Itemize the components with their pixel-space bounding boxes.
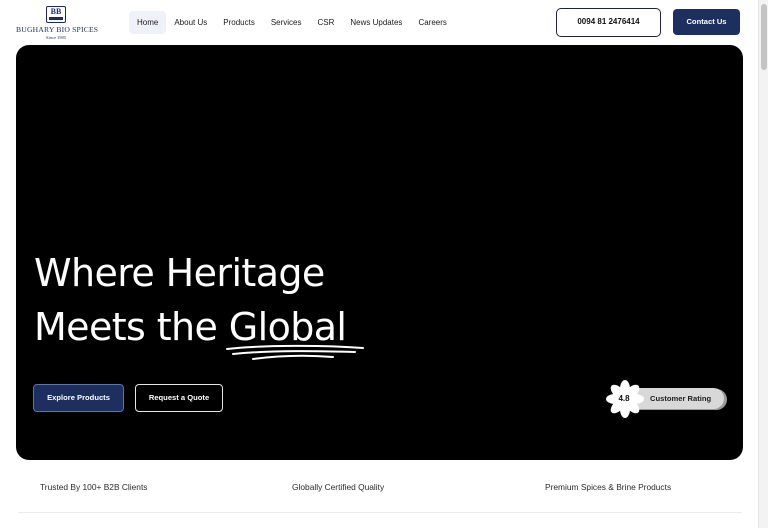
hero-section: Where Heritage Meets the Global Explore …: [16, 45, 743, 460]
feature-b2b-clients: Trusted By 100+ B2B Clients: [40, 482, 148, 492]
nav-item-news-updates[interactable]: News Updates: [342, 11, 410, 34]
explore-products-button[interactable]: Explore Products: [33, 384, 124, 412]
nav-item-products[interactable]: Products: [215, 11, 263, 34]
hero-title: Where Heritage Meets the Global: [34, 246, 454, 360]
rating-label: Customer Rating: [650, 394, 712, 403]
hero-title-line-2: Meets the Global: [34, 300, 454, 360]
star-burst-icon: 4.8: [606, 380, 644, 418]
brand-logo[interactable]: BB BUGHARY BIO SPICES Since 1985: [16, 6, 99, 40]
site-header: BB BUGHARY BIO SPICES Since 1985 Home Ab…: [0, 0, 758, 44]
contact-us-button[interactable]: Contact Us: [673, 9, 740, 35]
page-scrollbar[interactable]: [758, 0, 768, 528]
hero-title-line-1: Where Heritage: [34, 251, 325, 295]
logo-mark-text: BB: [50, 7, 62, 16]
hero-title-prefix: Meets the: [34, 305, 229, 349]
brand-since: Since 1985: [45, 35, 67, 40]
section-divider: [18, 512, 742, 513]
hero-title-highlight: Global: [225, 300, 364, 360]
scribble-underline-icon: [225, 344, 364, 360]
scrollbar-thumb[interactable]: [761, 4, 767, 70]
phone-button[interactable]: 0094 81 2476414: [556, 8, 661, 37]
nav-item-careers[interactable]: Careers: [410, 11, 454, 34]
nav-item-csr[interactable]: CSR: [310, 11, 343, 34]
features-strip: Trusted By 100+ B2B Clients Globally Cer…: [0, 475, 758, 499]
nav-item-home[interactable]: Home: [129, 11, 167, 34]
page: BB BUGHARY BIO SPICES Since 1985 Home Ab…: [0, 0, 758, 528]
logo-mark-icon: BB: [46, 6, 66, 23]
main-nav: Home About Us Products Services CSR News…: [129, 11, 455, 34]
nav-item-services[interactable]: Services: [263, 11, 310, 34]
request-quote-button[interactable]: Request a Quote: [135, 384, 223, 412]
brand-name: BUGHARY BIO SPICES: [16, 25, 99, 34]
feature-certified-quality: Globally Certified Quality: [292, 482, 385, 492]
nav-item-about-us[interactable]: About Us: [166, 11, 215, 34]
customer-rating-widget: Customer Rating 4.8: [606, 380, 728, 418]
feature-premium-products: Premium Spices & Brine Products: [545, 482, 672, 492]
rating-value: 4.8: [618, 394, 630, 403]
